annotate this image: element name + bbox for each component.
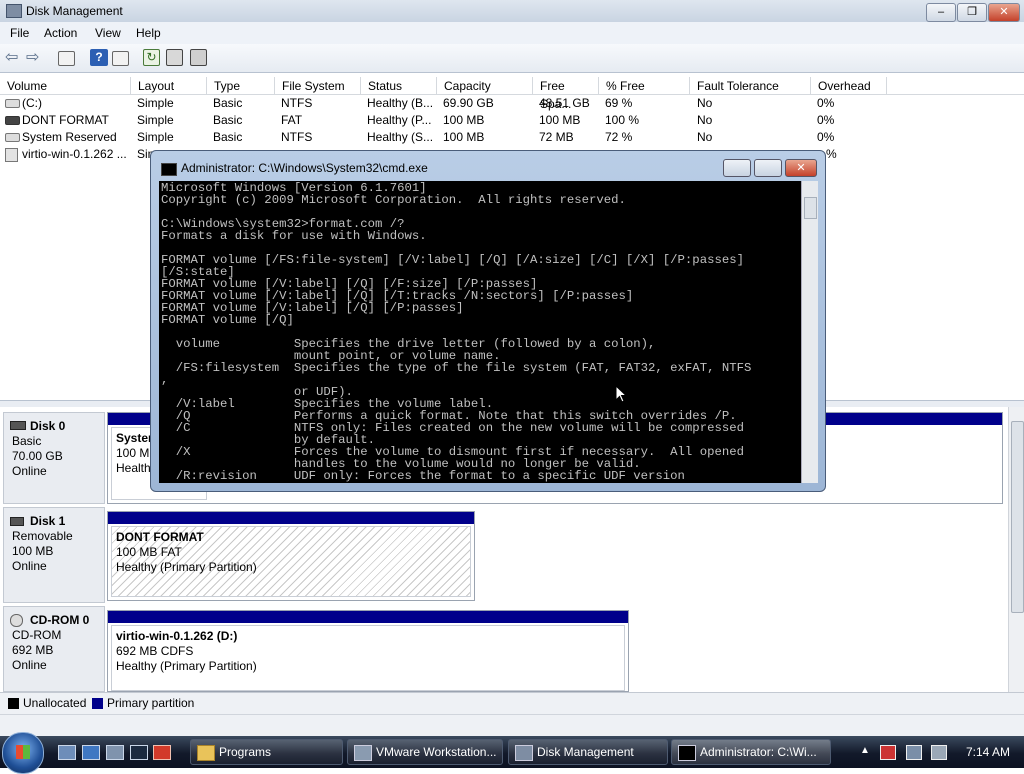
legend-unallocated: Unallocated bbox=[23, 696, 87, 710]
taskbar: Programs VMware Workstation... Disk Mana… bbox=[0, 732, 1024, 774]
column-header-status[interactable]: Status bbox=[361, 77, 437, 95]
taskbar-button-cmd[interactable]: Administrator: C:\Wi... bbox=[671, 739, 831, 765]
action-center-icon[interactable] bbox=[880, 745, 896, 760]
explorer-quicklaunch-icon[interactable] bbox=[82, 745, 100, 760]
tray-expand-icon[interactable]: ▲ bbox=[860, 745, 870, 756]
cmd-close-button[interactable]: ✕ bbox=[785, 159, 817, 177]
windows-logo-icon bbox=[16, 745, 30, 759]
volume-muted-icon[interactable] bbox=[931, 745, 947, 760]
primary-partition-swatch bbox=[92, 698, 103, 709]
disk-1-label[interactable]: Disk 1 Removable 100 MB Online bbox=[3, 507, 105, 603]
disk-icon bbox=[10, 421, 26, 430]
drive-icon bbox=[5, 99, 20, 108]
console-text: Microsoft Windows [Version 6.1.7601] Cop… bbox=[161, 181, 752, 483]
column-header-volume[interactable]: Volume bbox=[0, 77, 131, 95]
menu-bar: File Action View Help bbox=[0, 22, 1024, 44]
settings-icon[interactable] bbox=[166, 49, 183, 66]
cmd-icon bbox=[678, 745, 696, 761]
taskbar-button-disk-management[interactable]: Disk Management bbox=[508, 739, 668, 765]
disk-0-label[interactable]: Disk 0 Basic 70.00 GB Online bbox=[3, 412, 105, 504]
drive-icon bbox=[5, 133, 20, 142]
scroll-thumb[interactable] bbox=[804, 197, 817, 219]
cdrom-0-label[interactable]: CD-ROM 0 CD-ROM 692 MB Online bbox=[3, 606, 105, 692]
computer-quicklaunch-icon[interactable] bbox=[106, 745, 124, 760]
minimize-button[interactable]: – bbox=[926, 3, 956, 22]
disk-management-icon bbox=[6, 4, 22, 18]
graph-scrollbar[interactable] bbox=[1008, 407, 1024, 692]
table-row[interactable]: System Reserved Simple Basic NTFS Health… bbox=[0, 129, 1024, 146]
partition-virtio-win[interactable]: virtio-win-0.1.262 (D:) 692 MB CDFS Heal… bbox=[107, 610, 629, 692]
column-header-free-space[interactable]: Free Spa... bbox=[533, 77, 599, 111]
menu-help[interactable]: Help bbox=[136, 26, 161, 40]
network-icon[interactable] bbox=[906, 745, 922, 760]
console-icon[interactable] bbox=[112, 51, 129, 66]
drive-icon bbox=[5, 116, 20, 125]
menu-action[interactable]: Action bbox=[44, 26, 77, 40]
mouse-cursor bbox=[615, 385, 627, 403]
refresh-icon[interactable]: ↻ bbox=[143, 49, 160, 66]
column-header-fault-tolerance[interactable]: Fault Tolerance bbox=[690, 77, 811, 95]
wizard-icon[interactable] bbox=[190, 49, 207, 66]
taskbar-button-programs[interactable]: Programs bbox=[190, 739, 343, 765]
maximize-button[interactable]: ❐ bbox=[957, 3, 987, 22]
forward-icon[interactable]: ⇨ bbox=[26, 49, 44, 66]
cmd-window[interactable]: Administrator: C:\Windows\System32\cmd.e… bbox=[150, 150, 826, 492]
title-bar: Disk Management – ❐ ✕ bbox=[0, 0, 1024, 22]
column-header-percent-free[interactable]: % Free bbox=[599, 77, 690, 95]
legend-bar: Unallocated Primary partition bbox=[0, 692, 1024, 715]
column-header-file-system[interactable]: File System bbox=[275, 77, 361, 95]
toolbar: ⇦ ⇨ ? ↻ bbox=[0, 44, 1024, 73]
folder-icon bbox=[197, 745, 215, 761]
column-header-layout[interactable]: Layout bbox=[131, 77, 207, 95]
partition-bar bbox=[108, 512, 474, 524]
column-header-type[interactable]: Type bbox=[207, 77, 275, 95]
back-icon[interactable]: ⇦ bbox=[5, 49, 23, 66]
show-desktop-icon[interactable] bbox=[58, 745, 76, 760]
partition-dont-format[interactable]: DONT FORMAT 100 MB FAT Healthy (Primary … bbox=[107, 511, 475, 601]
scroll-thumb[interactable] bbox=[1011, 421, 1024, 613]
column-header-overhead[interactable]: Overhead bbox=[811, 77, 887, 95]
column-header-capacity[interactable]: Capacity bbox=[437, 77, 533, 95]
clock[interactable]: 7:14 AM bbox=[966, 745, 1010, 759]
properties-icon[interactable] bbox=[58, 51, 75, 66]
terminal-quicklaunch-icon[interactable] bbox=[130, 745, 148, 760]
cmd-minimize-button[interactable] bbox=[723, 159, 751, 177]
taskbar-button-vmware[interactable]: VMware Workstation... bbox=[347, 739, 503, 765]
close-button[interactable]: ✕ bbox=[988, 3, 1020, 22]
cd-drive-icon bbox=[5, 148, 18, 162]
removable-disk-icon bbox=[10, 517, 24, 526]
cmd-title: Administrator: C:\Windows\System32\cmd.e… bbox=[181, 161, 428, 175]
menu-file[interactable]: File bbox=[10, 26, 29, 40]
cmd-icon bbox=[161, 163, 177, 176]
legend-primary-partition: Primary partition bbox=[107, 696, 195, 710]
menu-view[interactable]: View bbox=[95, 26, 121, 40]
cmd-scrollbar[interactable] bbox=[801, 181, 818, 483]
partition-bar bbox=[108, 611, 628, 623]
disk-management-icon bbox=[515, 745, 533, 761]
window-title: Disk Management bbox=[26, 4, 123, 18]
help-icon[interactable]: ? bbox=[90, 49, 108, 66]
vmware-quicklaunch-icon[interactable] bbox=[153, 745, 171, 760]
table-row[interactable]: DONT FORMAT Simple Basic FAT Healthy (P.… bbox=[0, 112, 1024, 129]
cmd-maximize-button[interactable] bbox=[754, 159, 782, 177]
vmware-icon bbox=[354, 745, 372, 761]
cd-drive-icon bbox=[10, 614, 23, 627]
table-row[interactable]: (C:) Simple Basic NTFS Healthy (B... 69.… bbox=[0, 95, 1024, 112]
status-bar bbox=[0, 714, 1024, 737]
unallocated-swatch bbox=[8, 698, 19, 709]
console-output-area[interactable]: Microsoft Windows [Version 6.1.7601] Cop… bbox=[159, 181, 801, 483]
